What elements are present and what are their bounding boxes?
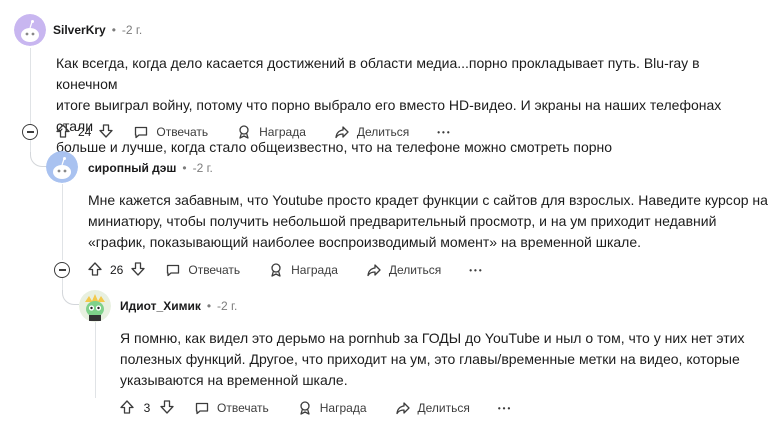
more-options-button[interactable]: ••• [498, 404, 512, 413]
snoo-avatar-icon [46, 151, 78, 183]
reply-label: Отвечать [156, 125, 209, 139]
award-label: Награда [291, 263, 338, 277]
comment-header: SilverKry • -2 г. [53, 18, 142, 42]
reply-button[interactable]: Отвечать [165, 262, 240, 278]
thread-line-2b [62, 278, 63, 290]
comment-text-line: Я помню, как видел это дерьмо на pornhub… [120, 330, 745, 346]
comment-actions: 26 Отвечать Награда Делиться ••• [87, 258, 484, 282]
upvote-icon[interactable] [119, 399, 135, 418]
upvote-icon[interactable] [55, 123, 71, 142]
share-button[interactable]: Делиться [366, 262, 441, 278]
vote-count: 26 [110, 263, 124, 277]
thread-line-1 [30, 48, 31, 130]
more-options-icon: ••• [437, 127, 452, 137]
vote-count: 3 [143, 401, 151, 415]
reply-label: Отвечать [188, 263, 241, 277]
award-button[interactable]: Награда [297, 400, 367, 416]
timestamp[interactable]: -2 г. [122, 23, 142, 37]
upvote-icon[interactable] [87, 261, 103, 280]
thread-line-1b [30, 140, 31, 152]
comment-text-line: «график, показывающий наиболее воспроизв… [88, 234, 642, 250]
author-name[interactable]: Идиот_Химик [120, 299, 201, 313]
share-icon [367, 264, 381, 277]
collapse-thread-button[interactable] [22, 124, 38, 140]
downvote-icon[interactable] [130, 261, 146, 280]
share-label: Делиться [356, 125, 410, 139]
comment-body: Мне кажется забавным, что Youtube просто… [88, 190, 768, 253]
comment-text-line: миниатюру, чтобы получить небольшой пред… [88, 213, 717, 229]
separator: • [182, 161, 187, 175]
award-label: Награда [259, 125, 306, 139]
comment-body: Я помню, как видел это дерьмо на pornhub… [120, 328, 760, 391]
comment-header: Идиот_Химик • -2 г. [120, 294, 237, 318]
reply-button[interactable]: Отвечать [133, 124, 208, 140]
reply-button[interactable]: Отвечать [194, 400, 269, 416]
downvote-icon[interactable] [159, 399, 175, 418]
share-label: Делиться [388, 263, 442, 277]
thread-line-3 [95, 322, 96, 398]
comment-text-line: полезных функций. Другое, что приходит н… [120, 351, 740, 367]
award-label: Награда [319, 401, 367, 415]
comment-text-line: Мне кажется забавным, что Youtube просто… [88, 192, 768, 208]
custom-avatar-icon [79, 290, 111, 322]
more-options-icon: ••• [497, 403, 513, 413]
award-icon [239, 125, 249, 139]
comment-actions: 24 Отвечать Награда Делиться ••• [55, 120, 452, 144]
share-icon [335, 126, 349, 139]
more-options-button[interactable]: ••• [437, 128, 451, 137]
vote-group: 24 [55, 123, 114, 142]
share-button[interactable]: Делиться [334, 124, 409, 140]
vote-count: 24 [78, 125, 92, 139]
comment-text-line: указываются на временной шкале. [120, 372, 348, 388]
avatar[interactable] [46, 151, 78, 183]
reply-label: Отвечать [217, 401, 269, 415]
award-button[interactable]: Награда [268, 262, 338, 278]
award-button[interactable]: Награда [236, 124, 306, 140]
share-icon [395, 402, 410, 415]
share-label: Делиться [417, 401, 470, 415]
comment-icon [135, 126, 148, 139]
vote-group: 3 [119, 399, 175, 418]
downvote-icon[interactable] [98, 123, 114, 142]
avatar[interactable] [79, 290, 111, 322]
author-name[interactable]: SilverKry [53, 23, 106, 37]
comment-icon [167, 264, 180, 277]
separator: • [111, 23, 116, 37]
vote-group: 26 [87, 261, 146, 280]
comment-text-line: Как всегда, когда дело касается достижен… [56, 55, 700, 92]
collapse-thread-button[interactable] [54, 262, 70, 278]
comment-header: сиропный дэш • -2 г. [88, 156, 213, 180]
thread-connector-1 [30, 150, 47, 167]
thread-line-2 [62, 184, 63, 260]
award-icon [300, 401, 310, 415]
comment-icon [195, 402, 209, 415]
more-options-button[interactable]: ••• [469, 266, 483, 275]
thread-connector-2 [62, 288, 79, 305]
avatar[interactable] [14, 14, 46, 46]
timestamp[interactable]: -2 г. [217, 299, 237, 313]
award-icon [271, 263, 281, 277]
separator: • [206, 299, 212, 313]
comment-actions: 3 Отвечать Награда Делиться ••• [119, 396, 512, 420]
snoo-avatar-icon [14, 14, 46, 46]
more-options-icon: ••• [469, 265, 484, 275]
timestamp[interactable]: -2 г. [193, 161, 213, 175]
share-button[interactable]: Делиться [395, 400, 470, 416]
author-name[interactable]: сиропный дэш [88, 161, 176, 175]
